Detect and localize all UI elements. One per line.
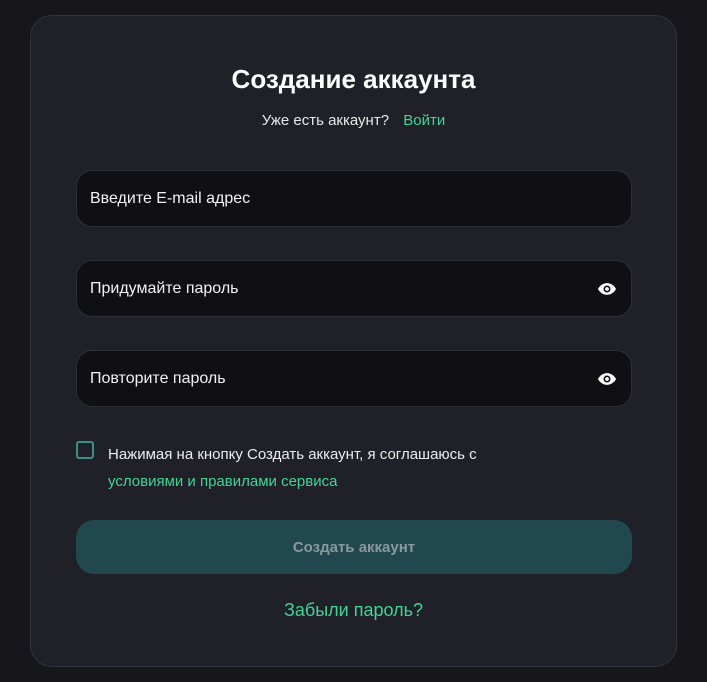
signup-card: Создание аккаунта Уже есть аккаунт? Войт… [30,15,677,667]
eye-icon[interactable] [597,279,617,299]
password-field-container [76,260,632,317]
email-field-container [76,170,632,227]
create-account-button[interactable]: Создать аккаунт [76,520,632,574]
page-title: Создание аккаунта [231,64,476,94]
agreement-checkbox[interactable] [76,441,94,459]
have-account-text: Уже есть аккаунт? [261,112,390,129]
email-field[interactable] [90,171,570,226]
agreement-text-block: Нажимая на кнопку Создать аккаунт, я сог… [108,441,608,495]
login-prompt: Уже есть аккаунт? Войти [31,112,676,130]
terms-link[interactable]: условиями и правилами сервиса [108,473,337,490]
login-link[interactable]: Войти [403,112,445,129]
repeat-password-field-container [76,350,632,407]
password-field[interactable] [90,261,570,316]
forgot-password-container: Забыли пароль? [31,599,676,621]
agreement-text: Нажимая на кнопку Создать аккаунт, я сог… [108,446,477,463]
forgot-password-link[interactable]: Забыли пароль? [284,600,423,620]
repeat-password-field[interactable] [90,351,570,406]
eye-icon[interactable] [597,369,617,389]
